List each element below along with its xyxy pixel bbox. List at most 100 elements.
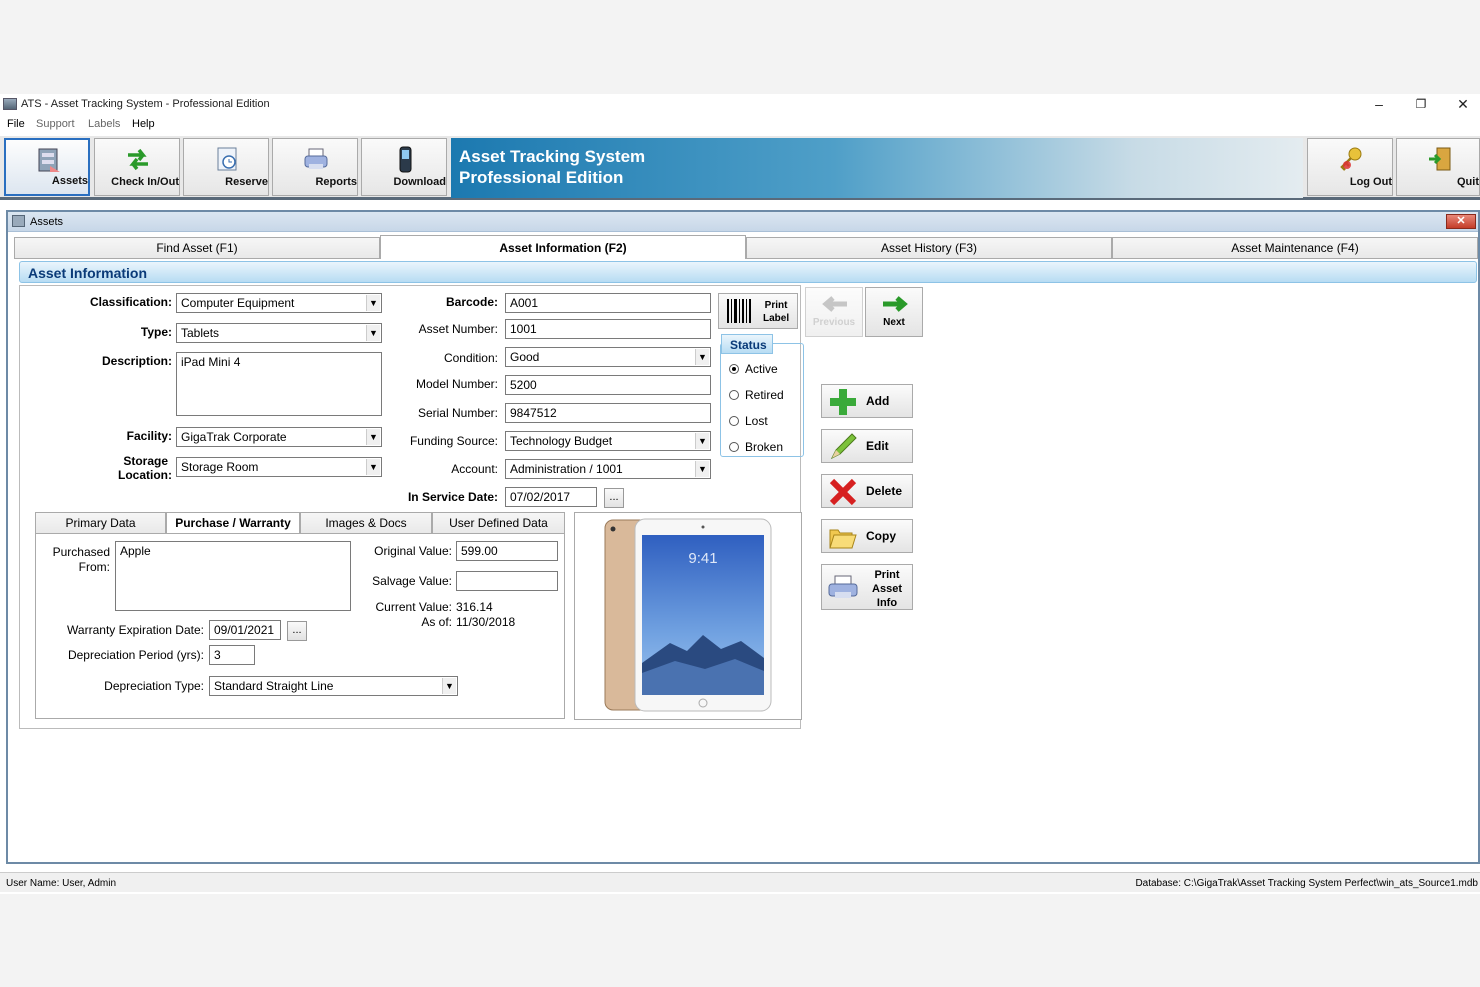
status-radio-active[interactable]: Active (729, 362, 778, 376)
print-label-line1: Print (764, 300, 788, 311)
tab-asset-maintenance[interactable]: Asset Maintenance (F4) (1112, 237, 1478, 259)
facility-value: GigaTrak Corporate (181, 430, 287, 444)
pencil-icon (830, 433, 857, 460)
menu-labels[interactable]: Labels (88, 118, 120, 130)
download-button[interactable]: Download (361, 138, 447, 196)
next-button[interactable]: Next (865, 287, 923, 337)
application-window: ATS - Asset Tracking System - Profession… (0, 94, 1480, 894)
quit-label: Quit (1457, 176, 1479, 188)
app-banner: Asset Tracking System Professional Editi… (451, 138, 1303, 198)
in-service-date-input[interactable]: 07/02/2017 (505, 487, 597, 507)
restore-button[interactable]: ❐ (1400, 94, 1442, 116)
detail-tabs: Primary Data Purchase / Warranty Images … (35, 512, 565, 534)
child-window-icon (12, 215, 25, 227)
menu-help[interactable]: Help (132, 118, 155, 130)
app-icon (3, 98, 17, 110)
barcode-input[interactable]: A001 (505, 293, 711, 313)
salvage-value-input[interactable] (456, 571, 558, 591)
check-in-out-label: Check In/Out (111, 176, 179, 188)
status-radio-retired[interactable]: Retired (729, 388, 784, 402)
depreciation-period-input[interactable]: 3 (209, 645, 255, 665)
asset-number-label: Asset Number: (418, 322, 498, 336)
tab-asset-history[interactable]: Asset History (F3) (746, 237, 1112, 259)
asset-number-input[interactable]: 1001 (505, 319, 711, 339)
copy-button[interactable]: Copy (821, 519, 913, 553)
original-value-input[interactable]: 599.00 (456, 541, 558, 561)
tab-user-defined-data[interactable]: User Defined Data (432, 512, 565, 534)
tab-asset-information[interactable]: Asset Information (F2) (380, 235, 746, 259)
reserve-label: Reserve (225, 176, 268, 188)
model-number-input[interactable]: 5200 (505, 375, 711, 395)
previous-label: Previous (812, 317, 856, 328)
assets-child-window: Assets ✕ Find Asset (F1) Asset Informati… (6, 210, 1480, 864)
status-radio-broken[interactable]: Broken (729, 440, 783, 454)
barcode-label: Barcode: (445, 295, 498, 309)
add-button[interactable]: Add (821, 384, 913, 418)
chevron-down-icon: ▼ (695, 349, 709, 365)
print-asset-info-button[interactable]: Print Asset Info (821, 564, 913, 610)
download-label: Download (393, 176, 446, 188)
warranty-expiration-input[interactable]: 09/01/2021 (209, 620, 281, 640)
serial-number-input[interactable]: 9847512 (505, 403, 711, 423)
account-value: Administration / 1001 (510, 462, 623, 476)
main-tabs: Find Asset (F1) Asset Information (F2) A… (14, 235, 1478, 259)
status-broken-label: Broken (745, 440, 784, 454)
print-label-button[interactable]: Print Label (718, 293, 798, 329)
warranty-expiration-label: Warranty Expiration Date: (67, 623, 204, 637)
depreciation-type-select[interactable]: Standard Straight Line ▼ (209, 676, 458, 696)
delete-button[interactable]: Delete (821, 474, 913, 508)
handheld-device-icon (399, 146, 412, 173)
tab-images-docs[interactable]: Images & Docs (300, 512, 432, 534)
ipad-image: 9:41 (604, 518, 772, 712)
main-toolbar: Assets Check In/Out Reserve Reports Down… (0, 136, 1480, 200)
funding-source-select[interactable]: Technology Budget ▼ (505, 431, 711, 451)
condition-value: Good (510, 350, 540, 364)
as-of-date: 11/30/2018 (456, 615, 516, 629)
assets-button[interactable]: Assets (4, 138, 90, 196)
edit-button[interactable]: Edit (821, 429, 913, 463)
purchased-from-label: Purchased (52, 545, 110, 559)
tab-purchase-warranty[interactable]: Purchase / Warranty (166, 512, 300, 534)
status-radio-lost[interactable]: Lost (729, 414, 768, 428)
salvage-value-label: Salvage Value: (372, 574, 452, 588)
warranty-date-picker-button[interactable]: ... (287, 621, 307, 641)
purchase-warranty-panel: Purchased From: Apple Original Value: 59… (35, 533, 565, 719)
print-label-line2: Label (763, 313, 790, 324)
condition-select[interactable]: Good ▼ (505, 347, 711, 367)
tab-primary-data[interactable]: Primary Data (35, 512, 166, 534)
tab-find-asset[interactable]: Find Asset (F1) (14, 237, 380, 259)
quit-button[interactable]: Quit (1396, 138, 1480, 196)
edit-label: Edit (866, 439, 889, 453)
reports-button[interactable]: Reports (272, 138, 358, 196)
print-asset-info-text: Print Asset Info (862, 568, 912, 610)
chevron-down-icon: ▼ (695, 433, 709, 449)
menu-file[interactable]: File (7, 118, 25, 130)
child-window-title-bar: Assets ✕ (8, 212, 1478, 232)
account-select[interactable]: Administration / 1001 ▼ (505, 459, 711, 479)
menu-support[interactable]: Support (36, 118, 75, 130)
status-group-title: Status (721, 334, 773, 354)
status-lost-label: Lost (745, 414, 768, 428)
child-window-close-button[interactable]: ✕ (1446, 214, 1476, 229)
purchased-from-textarea[interactable]: Apple (115, 541, 351, 611)
radio-icon (729, 442, 739, 452)
banner-title: Asset Tracking System (459, 147, 646, 166)
reports-label: Reports (315, 176, 357, 188)
previous-button[interactable]: Previous (805, 287, 863, 337)
print-asset-line1: Print (874, 569, 900, 581)
copy-label: Copy (866, 529, 896, 543)
in-service-date-picker-button[interactable]: ... (604, 488, 624, 508)
model-number-label: Model Number: (415, 377, 498, 391)
minimize-button[interactable]: – (1358, 94, 1400, 116)
check-in-out-button[interactable]: Check In/Out (94, 138, 180, 196)
key-icon (1340, 147, 1362, 171)
funding-source-label: Funding Source: (409, 434, 498, 448)
menu-bar: File Support Labels Help (0, 116, 1480, 134)
close-button[interactable]: ✕ (1442, 94, 1480, 116)
log-out-button[interactable]: Log Out (1307, 138, 1393, 196)
log-out-label: Log Out (1349, 176, 1392, 188)
storage-location-value: Storage Room (181, 460, 259, 474)
section-title: Asset Information (28, 265, 148, 281)
reserve-button[interactable]: Reserve (183, 138, 269, 196)
current-value-label: Current Value: (375, 600, 452, 614)
